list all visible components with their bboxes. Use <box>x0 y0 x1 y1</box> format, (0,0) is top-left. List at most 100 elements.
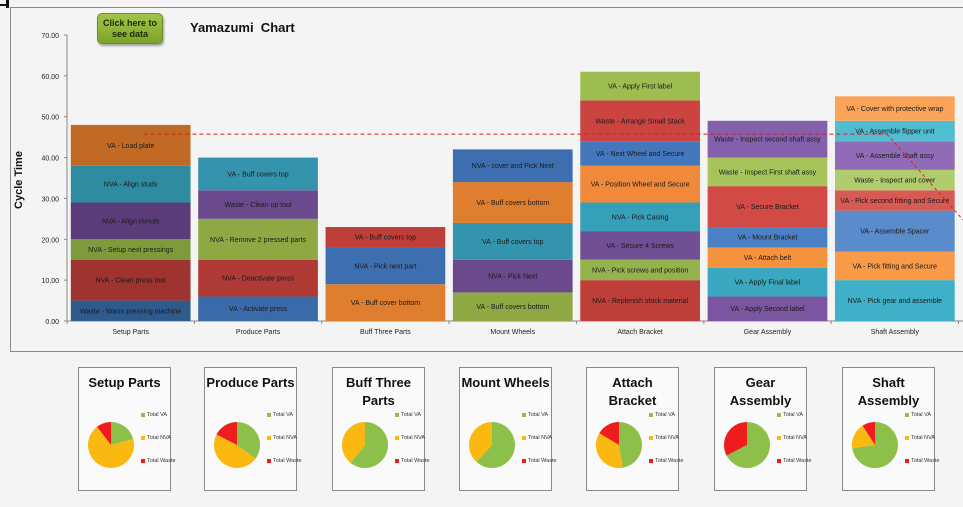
x-category-label: Mount Wheels <box>490 329 535 336</box>
legend-swatch <box>267 435 271 440</box>
y-tick-label: 0.00 <box>45 319 59 326</box>
legend-swatch <box>395 435 399 440</box>
legend-swatch <box>141 458 145 463</box>
bar-segment-label: VA - Buff covers top <box>227 171 288 178</box>
bar-segment-label: VA - Pick fitting and Secure <box>853 263 937 270</box>
bar-segment-label: Waste - Warm pressing machine <box>80 308 181 315</box>
legend-swatch <box>267 458 271 463</box>
legend-swatch <box>522 412 526 417</box>
pie-chart-panel[interactable]: Buff Three Parts Total VA Total NVA Total W… <box>332 367 430 491</box>
pie-chart <box>342 422 388 468</box>
bar-segment-label: NVA - Clean press tool <box>96 278 167 285</box>
x-category-label: Produce Parts <box>236 329 281 336</box>
legend-swatch <box>777 435 781 440</box>
pie-chart-panel[interactable]: Setup Parts Total VA Total NVA Total Waste <box>78 367 176 491</box>
x-category-label: Shaft Assembly <box>871 329 920 336</box>
bar-segment-label: NVA - Pick next part <box>354 263 416 270</box>
bar-segment-label: VA - Apply Second label <box>730 306 805 313</box>
legend-item: Total VA <box>141 412 167 418</box>
bar-segment-label: NVA - Align studs <box>104 182 158 189</box>
legend-swatch <box>141 435 145 440</box>
x-category-label: Buff Three Parts <box>360 329 411 336</box>
bar-segment-label: VA - Apply First label <box>608 84 673 91</box>
bar-segment-label: VA - Secure 4 Screws <box>606 243 674 250</box>
legend-item: Total Waste <box>905 458 940 464</box>
legend-label: Total VA <box>273 412 294 418</box>
y-axis-title: Cycle Time <box>13 151 25 209</box>
legend-label: Total Waste <box>911 458 940 464</box>
bar-segment-label: Waste - Clean up tool <box>225 202 292 209</box>
yamazumi-chart: 0.00 10.00 20.00 30.00 40.00 50.00 60.00 70.00 W… <box>41 33 963 336</box>
y-tick-label: 50.00 <box>41 115 59 122</box>
chart-title: Yamazumi Chart <box>190 20 295 35</box>
bar-segment-label: NVA - Pick Casing <box>612 214 669 221</box>
pie-chart-panel[interactable]: Gear Assembly Total VA Total NVA Total Wast… <box>714 367 812 491</box>
legend-item: Total Waste <box>777 458 812 464</box>
legend-item: Total NVA <box>141 435 171 441</box>
legend-swatch <box>905 412 909 417</box>
legend-item: Total VA <box>649 412 675 418</box>
legend-label: Total Waste <box>528 458 557 464</box>
legend-item: Total NVA <box>905 435 935 441</box>
pie-chart <box>88 422 134 468</box>
pie-slice <box>619 422 642 468</box>
legend-label: Total Waste <box>783 458 812 464</box>
see-data-button[interactable]: Click here to see data <box>97 13 163 44</box>
bar-segment-label: VA - Buff covers bottom <box>476 304 549 311</box>
legend-swatch <box>777 412 781 417</box>
bar-segment-label: VA - Mount Bracket <box>738 235 798 242</box>
pie-chart-panel[interactable]: Mount Wheels Total VA Total NVA Total Waste <box>459 367 557 491</box>
legend-label: Total NVA <box>528 435 553 441</box>
legend-label: Total Waste <box>655 458 684 464</box>
legend-label: Total VA <box>655 412 676 418</box>
bar-segment-label: NVA - Deactivate press <box>222 276 294 283</box>
legend-item: Total Waste <box>395 458 430 464</box>
x-category-label: Attach Bracket <box>617 329 663 336</box>
bar-segment-label: VA - Next Wheel and Secure <box>596 151 685 158</box>
pie-chart-panel[interactable]: Attach Bracket Total VA Total NVA Total Was… <box>586 367 684 491</box>
legend-swatch <box>141 412 145 417</box>
legend-label: Total NVA <box>911 435 936 441</box>
legend-item: Total Waste <box>649 458 684 464</box>
x-category-label: Setup Parts <box>112 329 149 336</box>
pie-chart <box>852 422 898 468</box>
bar-segment-label: Waste - Inspect First shaft assy <box>719 169 817 176</box>
y-tick-label: 30.00 <box>41 196 59 203</box>
legend-swatch <box>522 435 526 440</box>
legend-item: Total NVA <box>777 435 807 441</box>
bar-segment-label: NVA - cover and Pick Next <box>472 163 554 170</box>
pie-chart-panel[interactable]: Produce Parts Total VA Total NVA Total Wast… <box>204 367 302 491</box>
legend-label: Total VA <box>911 412 932 418</box>
bar-segment-label: Waste - Arrange Small Stack <box>596 118 686 125</box>
bar-segment-label: VA - Assemble shaft assy <box>856 153 935 160</box>
legend-item: Total Waste <box>267 458 302 464</box>
y-tick-label: 10.00 <box>41 278 59 285</box>
legend-label: Total Waste <box>401 458 430 464</box>
pie-chart <box>214 422 260 468</box>
bar-segment-label: NVA - Pick gear and assemble <box>848 298 943 305</box>
pie-chart-panel[interactable]: Shaft Assembly Total VA Total NVA Total Was… <box>842 367 940 491</box>
y-tick-label: 70.00 <box>41 33 59 40</box>
legend-item: Total NVA <box>649 435 679 441</box>
legend-swatch <box>905 458 909 463</box>
legend-swatch <box>649 458 653 463</box>
bar-segment-label: NVA - Setup next pressings <box>88 247 174 254</box>
bar-segment-label: VA - Activate press <box>229 306 288 313</box>
legend-label: Total NVA <box>783 435 808 441</box>
legend-swatch <box>649 435 653 440</box>
legend-label: Total NVA <box>273 435 298 441</box>
bar-segment-label: NVA - Pick screws and position <box>592 267 688 274</box>
bar-segment-label: VA - Apply Final label <box>735 280 801 287</box>
y-tick-label: 40.00 <box>41 156 59 163</box>
bar-segment-label: VA - Secure Bracket <box>736 204 799 211</box>
legend-label: Total VA <box>528 412 549 418</box>
y-tick-label: 60.00 <box>41 74 59 81</box>
bar-segment-label: VA - Buff cover bottom <box>351 300 421 307</box>
bar-segment-label: VA - Cover with protective wrap <box>846 106 943 113</box>
legend-swatch <box>649 412 653 417</box>
bar-segment-label: NVA - Remove 2 pressed parts <box>210 237 306 244</box>
legend-swatch <box>395 458 399 463</box>
legend-swatch <box>905 435 909 440</box>
legend-item: Total VA <box>777 412 803 418</box>
bar-segment-label: VA - Buff covers top <box>355 235 416 242</box>
